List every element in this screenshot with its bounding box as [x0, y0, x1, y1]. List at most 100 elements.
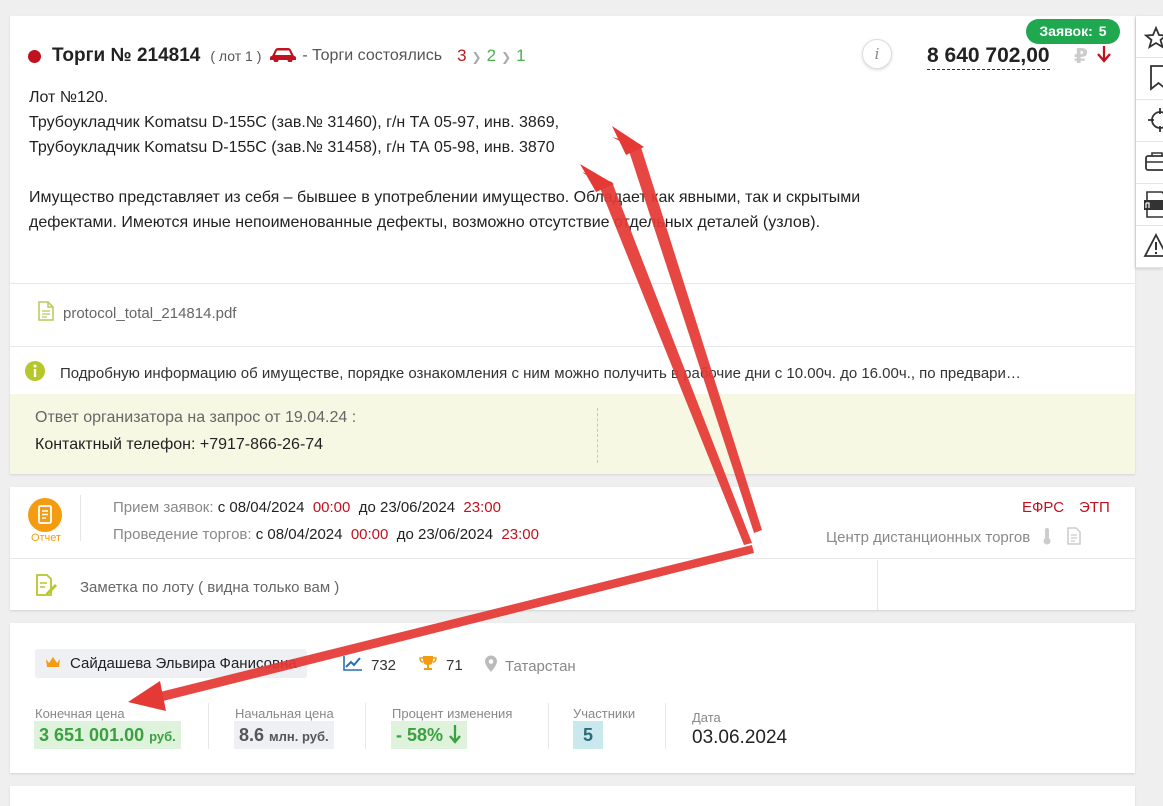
status-dot — [28, 49, 41, 63]
participants-label: Участники — [573, 706, 636, 721]
platform-label[interactable]: Центр дистанционных торгов — [826, 529, 1030, 546]
lot-note[interactable]: Заметка по лоту ( видна только вам ) — [34, 573, 339, 602]
efrs-link[interactable]: ЕФРС — [1022, 499, 1064, 516]
lot-price[interactable]: 8 640 702,00 — [927, 43, 1050, 70]
result-card: Сайдашева Эльвира Фанисовна 732 71 Татар… — [10, 623, 1135, 773]
organizer-answer: Ответ организатора на запрос от 19.04.24… — [10, 394, 1135, 474]
arrow-down-icon — [448, 725, 462, 745]
accept-dates: Прием заявок: с 08/04/2024 00:00 до 23/0… — [113, 499, 501, 516]
lot-title[interactable]: Торги № 214814 — [52, 45, 200, 67]
thermometer-icon — [1042, 528, 1056, 546]
pdf-button[interactable] — [1136, 184, 1163, 226]
file-name[interactable]: protocol_total_214814.pdf — [63, 305, 236, 322]
accept-to-prefix: до — [358, 499, 376, 516]
divider — [548, 703, 549, 749]
organizer-answer-header: Ответ организатора на запрос от 19.04.24… — [35, 409, 357, 426]
lot-description: Лот №120. Трубоукладчик Komatsu D-155C (… — [29, 85, 909, 235]
lot-card: Заявок: 5 Торги № 214814 ( лот 1 ) - Торг… — [10, 16, 1135, 474]
accept-from-time: 00:00 — [312, 499, 351, 516]
report-icon[interactable] — [28, 498, 62, 532]
trend-count: 732 — [371, 656, 397, 674]
complaint-button[interactable] — [1136, 226, 1163, 268]
trade-to-date: 23/06/2024 — [418, 526, 494, 543]
trade-label: Проведение торгов: — [113, 526, 252, 543]
final-price-label: Конечная цена — [35, 706, 125, 721]
currency-sign: ₽ — [1074, 46, 1088, 68]
bids-count: 5 — [1098, 23, 1107, 39]
trend-stat: 732 — [343, 655, 396, 675]
desc-line: Трубоукладчик Komatsu D-155C (зав.№ 3146… — [29, 114, 560, 131]
participants-count[interactable]: 5 — [573, 721, 604, 749]
protocol-file[interactable]: protocol_total_214814.pdf — [38, 301, 236, 326]
location-pin-icon — [484, 655, 498, 677]
accept-from-prefix: с — [217, 499, 226, 516]
trade-to-prefix: до — [396, 526, 414, 543]
organizer-answer-text: Контактный телефон: +7917-866-26-74 — [35, 436, 324, 453]
target-button[interactable] — [1136, 100, 1163, 142]
info-notice-text: Подробную информацию об имуществе, поряд… — [60, 365, 1021, 382]
info-notice-icon — [24, 360, 46, 387]
result-date: 03.06.2024 — [692, 727, 788, 748]
file-icon — [38, 301, 54, 326]
bookmark-button[interactable] — [1136, 58, 1163, 100]
divider — [10, 283, 1135, 284]
etp-link[interactable]: ЭТП — [1079, 499, 1110, 516]
lot-number: ( лот 1 ) — [210, 48, 262, 64]
report-label[interactable]: Отчет — [28, 532, 64, 544]
step-2: 2 — [486, 46, 497, 65]
divider — [877, 560, 878, 610]
info-icon[interactable]: i — [862, 39, 892, 69]
region-name: Татарстан — [505, 657, 576, 675]
bids-label: Заявок: — [1039, 23, 1093, 39]
start-price-value: 8.6 — [239, 725, 265, 745]
side-toolbar — [1136, 16, 1163, 268]
desc-line: Лот №120. — [29, 89, 109, 106]
accept-from-date: 08/04/2024 — [229, 499, 305, 516]
percent-change-label: Процент изменения — [392, 706, 513, 721]
bookmark-icon — [1150, 65, 1163, 91]
step-arrow-icon: ❯ — [471, 50, 482, 64]
favorite-button[interactable] — [1136, 16, 1163, 58]
briefcase-icon — [1145, 152, 1163, 171]
divider — [665, 703, 666, 749]
edit-note-icon — [34, 573, 58, 602]
note-label[interactable]: Заметка по лоту ( видна только вам ) — [80, 579, 339, 596]
winner-chip[interactable]: Сайдашева Эльвира Фанисовна — [35, 649, 307, 678]
date-label: Дата — [692, 710, 721, 725]
step-1: 3 — [457, 46, 467, 65]
star-icon — [1143, 25, 1163, 49]
desc-paragraph: Имущество представляет из себя – бывшее … — [29, 189, 861, 231]
briefcase-button[interactable] — [1136, 142, 1163, 184]
target-icon — [1148, 108, 1163, 132]
bids-count-badge[interactable]: Заявок: 5 — [1026, 19, 1120, 44]
divider — [80, 495, 81, 541]
desc-line: Трубоукладчик Komatsu D-155C (зав.№ 3145… — [29, 139, 555, 156]
trade-from-prefix: с — [255, 526, 264, 543]
start-price: 8.6 млн. руб. — [234, 721, 334, 749]
accept-to-date: 23/06/2024 — [379, 499, 456, 516]
trade-from-date: 08/04/2024 — [267, 526, 343, 543]
trend-icon — [343, 655, 363, 675]
divider — [597, 408, 598, 463]
next-card — [10, 786, 1135, 806]
percent-change-value: - 58% — [396, 725, 444, 745]
step-arrow-icon: ❯ — [501, 50, 512, 64]
divider — [208, 703, 209, 749]
trade-from-time: 00:00 — [350, 526, 389, 543]
trophy-stat: 71 — [419, 655, 463, 675]
final-price-unit: руб. — [149, 729, 176, 744]
schedule-card: Отчет Прием заявок: с 08/04/2024 00:00 д… — [10, 487, 1135, 610]
divider — [10, 558, 1135, 559]
divider — [365, 703, 366, 749]
trade-dates: Проведение торгов: с 08/04/2024 00:00 до… — [113, 526, 539, 543]
document-icon[interactable] — [1066, 527, 1081, 546]
percent-change: - 58% — [391, 721, 468, 749]
winner-name: Сайдашева Эльвира Фанисовна — [70, 655, 297, 672]
final-price: 3 651 001.00 руб. — [34, 721, 181, 749]
platform-name: Центр дистанционных торгов — [826, 527, 1081, 546]
region-stat: Татарстан — [484, 655, 576, 677]
trophy-icon — [419, 655, 437, 675]
final-price-value: 3 651 001.00 — [39, 725, 145, 745]
trophy-count: 71 — [446, 656, 463, 674]
stage-steps: 3 ❯ 2 ❯ 1 — [457, 46, 526, 66]
